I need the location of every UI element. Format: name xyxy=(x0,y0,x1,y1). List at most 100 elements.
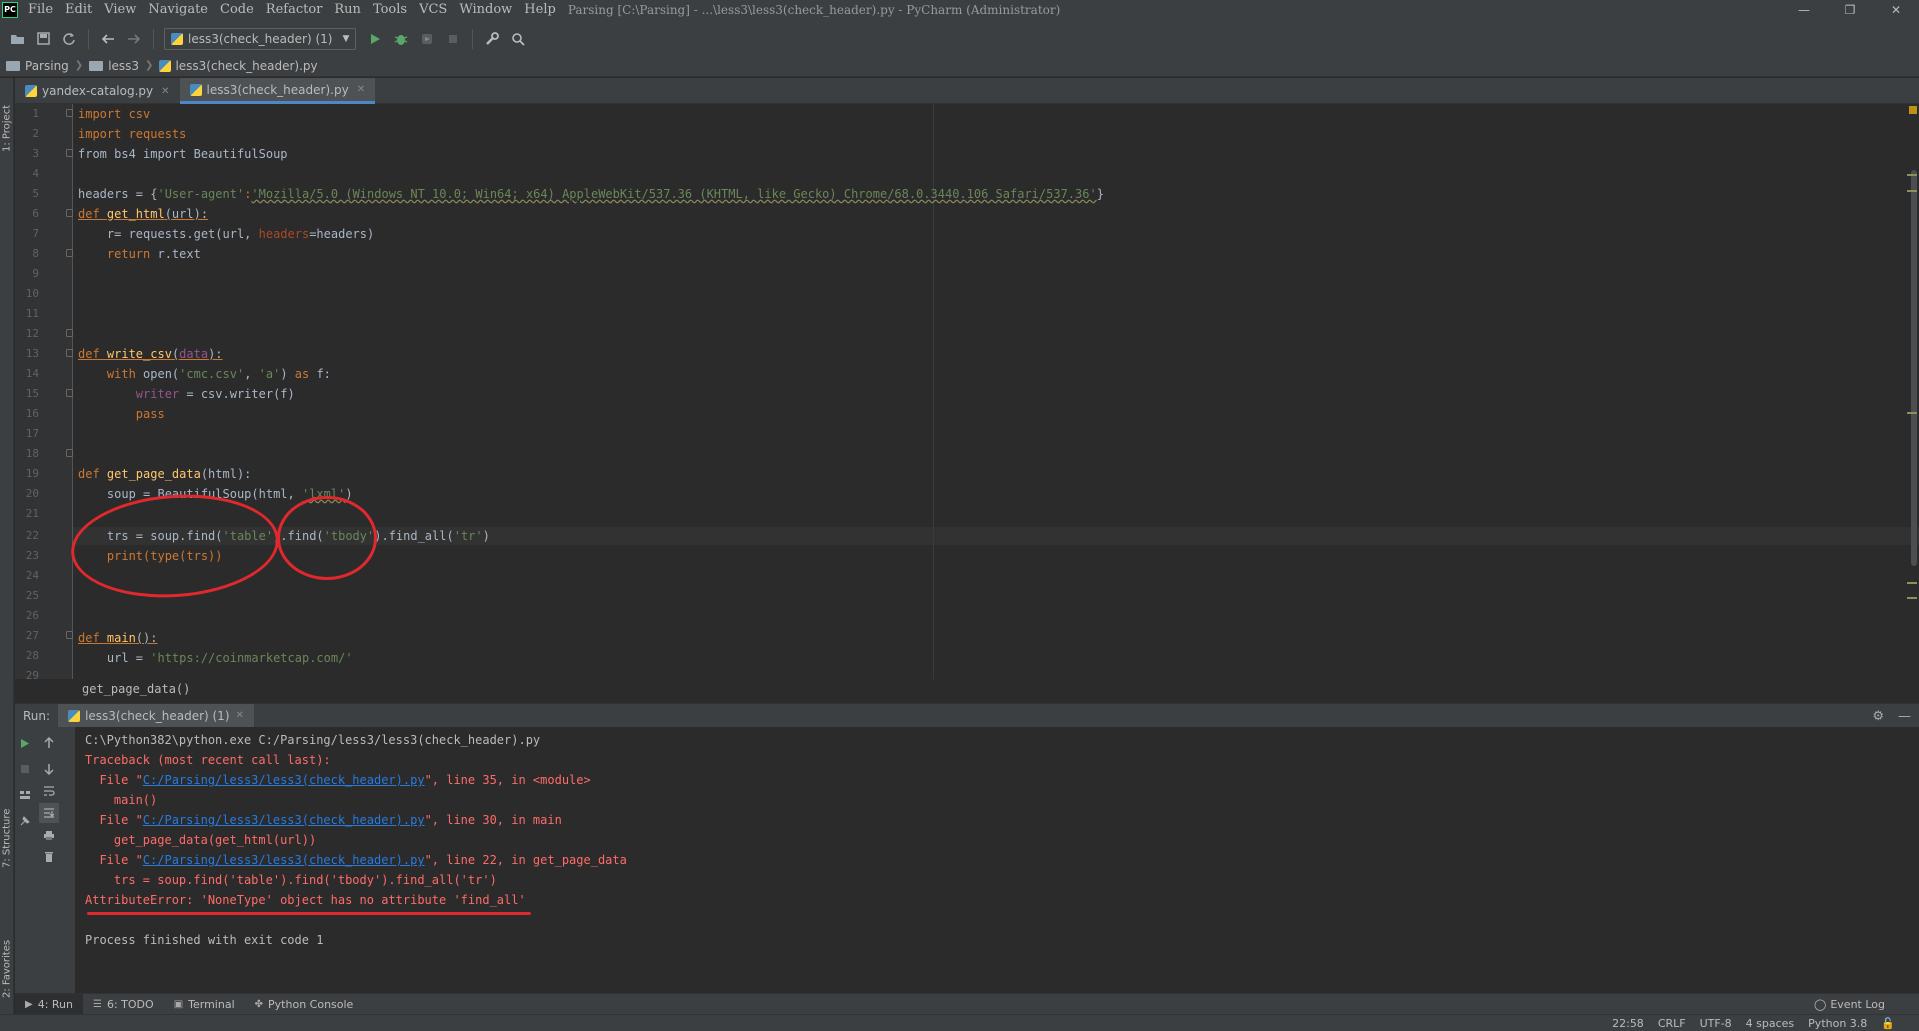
tab-python-console[interactable]: ✤ Python Console xyxy=(245,994,364,1015)
save-icon[interactable] xyxy=(32,28,54,50)
scroll-down-icon[interactable] xyxy=(39,759,59,779)
line-number: 10 xyxy=(25,287,39,300)
menu-file[interactable]: File xyxy=(22,2,59,17)
menu-edit[interactable]: Edit xyxy=(59,2,98,17)
close-tab-icon[interactable]: ✕ xyxy=(236,710,244,721)
close-button[interactable]: ✕ xyxy=(1873,0,1919,19)
menu-navigate[interactable]: Navigate xyxy=(142,2,214,17)
line-number: 20 xyxy=(25,487,39,500)
fold-marker-icon[interactable] xyxy=(66,389,73,397)
line-number: 17 xyxy=(25,427,39,440)
tab-run[interactable]: ▶ 4: Run xyxy=(15,993,83,1015)
code-line-29: url = 'https://coinmarketcap.com/' xyxy=(78,651,353,665)
sync-icon[interactable] xyxy=(58,28,80,50)
run-tab[interactable]: less3(check_header) (1) ✕ xyxy=(58,703,254,728)
warning-marker[interactable] xyxy=(1907,190,1917,192)
debug-icon[interactable] xyxy=(390,28,412,50)
close-tab-icon[interactable]: ✕ xyxy=(357,84,365,95)
menu-run[interactable]: Run xyxy=(328,2,367,17)
breadcrumb-item-project[interactable]: Parsing xyxy=(6,59,69,73)
python-interpreter[interactable]: Python 3.8 xyxy=(1808,1017,1867,1030)
left-tool-strip: 1: Project 7: Structure 2: Favorites xyxy=(0,78,14,1014)
line-number: 18 xyxy=(25,447,39,460)
terminal-icon: ▣ xyxy=(173,998,184,1010)
event-log-button[interactable]: ◯ Event Log xyxy=(1814,994,1885,1015)
file-link[interactable]: C:/Parsing/less3/less3(check_header).py xyxy=(143,773,425,787)
fold-marker-icon[interactable] xyxy=(66,109,73,117)
tab-less3-check-header[interactable]: less3(check_header).py ✕ xyxy=(179,78,376,104)
stop-icon[interactable] xyxy=(15,759,35,779)
menu-help[interactable]: Help xyxy=(518,2,562,17)
fold-marker-icon[interactable] xyxy=(66,329,73,337)
fold-marker-icon[interactable] xyxy=(66,209,73,217)
warning-marker[interactable] xyxy=(1907,582,1917,584)
code-line-6: def get_html(url): xyxy=(78,207,209,221)
annotation-ellipse-right xyxy=(277,496,377,580)
menu-refactor[interactable]: Refactor xyxy=(260,2,329,17)
layout-icon[interactable] xyxy=(15,785,35,805)
lock-icon[interactable]: 🔓 xyxy=(1881,1017,1895,1030)
main-toolbar: less3(check_header) (1) ▼ xyxy=(0,19,1919,59)
warning-marker[interactable] xyxy=(1907,597,1917,599)
scroll-to-end-icon[interactable] xyxy=(39,803,59,823)
warning-marker[interactable] xyxy=(1907,412,1917,414)
stop-icon[interactable] xyxy=(442,28,464,50)
fold-marker-icon[interactable] xyxy=(66,249,73,257)
forward-arrow-icon[interactable] xyxy=(123,28,145,50)
event-log-icon: ◯ xyxy=(1814,998,1827,1011)
scroll-up-icon[interactable] xyxy=(39,733,59,753)
menu-window[interactable]: Window xyxy=(453,2,518,17)
code-editor[interactable]: 1 2 3 4 5 6 7 8 9 10 11 12 13 14 15 16 1… xyxy=(15,104,1919,679)
fold-marker-icon[interactable] xyxy=(66,149,73,157)
breadcrumb-item-file[interactable]: less3(check_header).py xyxy=(159,59,318,73)
close-tab-icon[interactable]: ✕ xyxy=(161,86,169,97)
pin-icon[interactable] xyxy=(15,811,35,831)
minimize-icon[interactable]: — xyxy=(1898,709,1911,724)
indent-setting[interactable]: 4 spaces xyxy=(1746,1017,1795,1030)
wrench-icon[interactable] xyxy=(481,28,503,50)
menu-code[interactable]: Code xyxy=(214,2,260,17)
tab-terminal[interactable]: ▣ Terminal xyxy=(164,994,245,1015)
favorites-tool-tab[interactable]: 2: Favorites xyxy=(0,908,14,998)
maximize-button[interactable]: ❐ xyxy=(1827,0,1873,19)
coverage-icon[interactable] xyxy=(416,28,438,50)
line-number: 13 xyxy=(25,347,39,360)
search-icon[interactable] xyxy=(507,28,529,50)
run-icon[interactable] xyxy=(364,28,386,50)
line-number: 3 xyxy=(32,147,39,160)
tab-todo[interactable]: ☰ 6: TODO xyxy=(83,994,164,1015)
menu-vcs[interactable]: VCS xyxy=(413,2,453,17)
minimize-button[interactable]: — xyxy=(1781,0,1827,19)
project-tool-tab[interactable]: 1: Project xyxy=(0,86,14,152)
menu-bar: PC File Edit View Navigate Code Refactor… xyxy=(0,0,1919,19)
file-encoding[interactable]: UTF-8 xyxy=(1700,1017,1732,1030)
menu-tools[interactable]: Tools xyxy=(367,2,413,17)
file-link[interactable]: C:/Parsing/less3/less3(check_header).py xyxy=(143,853,425,867)
line-number: 26 xyxy=(25,609,39,622)
fold-marker-icon[interactable] xyxy=(66,449,73,457)
open-folder-icon[interactable] xyxy=(6,28,28,50)
warning-icon[interactable] xyxy=(1909,106,1917,114)
back-arrow-icon[interactable] xyxy=(97,28,119,50)
line-separator[interactable]: CRLF xyxy=(1658,1017,1686,1030)
trash-icon[interactable] xyxy=(39,847,59,867)
file-link[interactable]: C:/Parsing/less3/less3(check_header).py xyxy=(143,813,425,827)
fold-marker-icon[interactable] xyxy=(66,349,73,357)
soft-wrap-icon[interactable] xyxy=(39,781,59,801)
menu-view[interactable]: View xyxy=(98,2,142,17)
warning-marker[interactable] xyxy=(1907,174,1917,176)
structure-tool-tab[interactable]: 7: Structure xyxy=(0,788,14,868)
vertical-scrollbar[interactable] xyxy=(1911,170,1917,566)
run-panel-header: Run: less3(check_header) (1) ✕ ⚙ — xyxy=(15,703,1919,728)
gear-icon[interactable]: ⚙ xyxy=(1872,709,1884,724)
fold-marker-icon[interactable] xyxy=(66,631,73,639)
caret-position[interactable]: 22:58 xyxy=(1612,1017,1644,1030)
toolbar-divider xyxy=(88,28,89,49)
run-console-output[interactable]: C:\Python382\python.exe C:/Parsing/less3… xyxy=(75,727,1919,993)
print-icon[interactable] xyxy=(39,825,59,845)
breadcrumb-item-folder[interactable]: less3 xyxy=(89,59,139,73)
run-configuration-select[interactable]: less3(check_header) (1) ▼ xyxy=(164,27,357,50)
line-number: 4 xyxy=(32,167,39,180)
rerun-icon[interactable] xyxy=(15,733,35,753)
tab-yandex-catalog[interactable]: yandex-catalog.py ✕ xyxy=(15,78,180,104)
